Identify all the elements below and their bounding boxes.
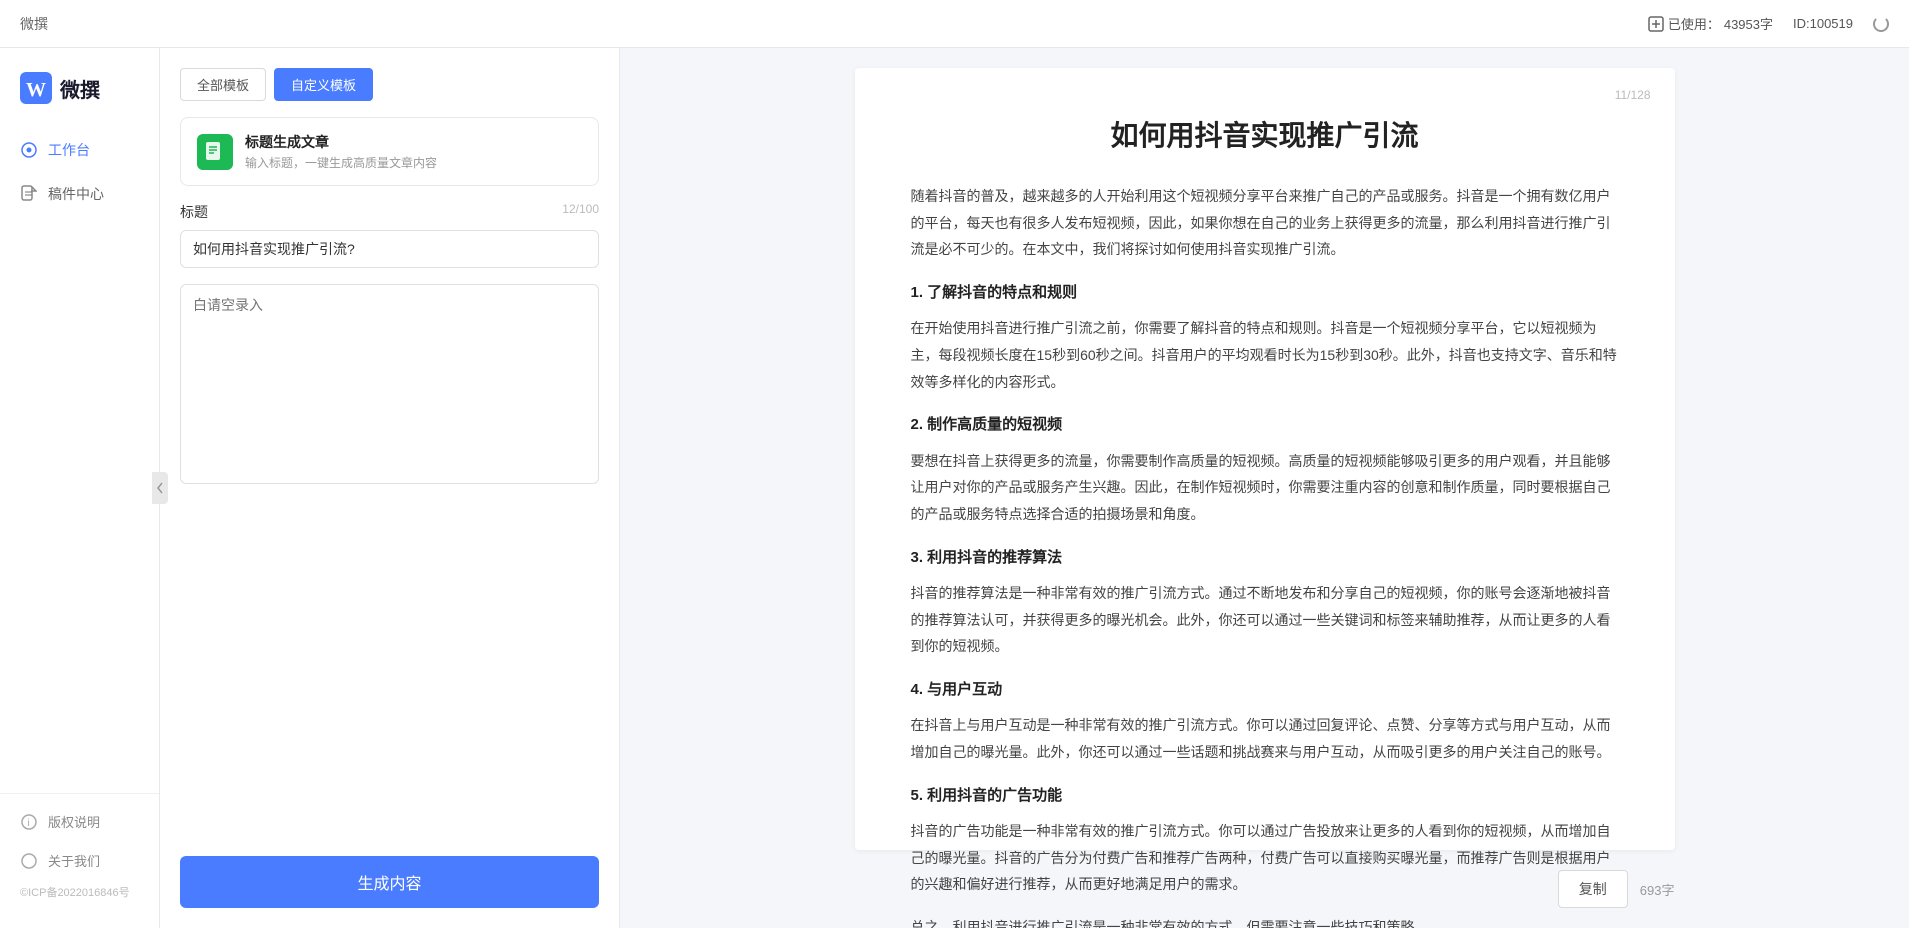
template-info: 标题生成文章 输入标题，一键生成高质量文章内容 bbox=[245, 132, 437, 171]
sidebar-bottom: i 版权说明 关于我们 ©ICP备2022016846号 bbox=[0, 793, 159, 912]
tab-all-templates[interactable]: 全部模板 bbox=[180, 68, 266, 101]
article-section-title: 1. 了解抖音的特点和规则 bbox=[911, 279, 1619, 308]
right-panel[interactable]: 11/128 如何用抖音实现推广引流 随着抖音的普及，越来越多的人开始利用这个短… bbox=[620, 48, 1909, 928]
file-icon bbox=[20, 185, 38, 203]
sidebar-label-drafts: 稿件中心 bbox=[48, 184, 104, 204]
user-id: ID:100519 bbox=[1793, 16, 1853, 31]
topbar-right: 已使用： 43953字 ID:100519 bbox=[1648, 14, 1889, 33]
article-paragraph: 总之，利用抖音进行推广引流是一种非常有效的方式，但需要注意一些技巧和策略... bbox=[911, 914, 1619, 928]
tab-custom-templates[interactable]: 自定义模板 bbox=[274, 68, 373, 101]
title-input[interactable] bbox=[180, 230, 599, 268]
grid-icon bbox=[20, 141, 38, 159]
article-section-body: 在抖音上与用户互动是一种非常有效的推广引流方式。你可以通过回复评论、点赞、分享等… bbox=[911, 712, 1619, 765]
template-name: 标题生成文章 bbox=[245, 132, 437, 152]
usage-value: 43953字 bbox=[1724, 14, 1773, 33]
article-section-title: 2. 制作高质量的短视频 bbox=[911, 411, 1619, 440]
sidebar-collapse-btn[interactable] bbox=[152, 472, 168, 504]
template-tabs: 全部模板 自定义模板 bbox=[180, 68, 599, 101]
left-panel: 全部模板 自定义模板 标题生成文章 输入标题，一键生成高质量文章内容 标题 bbox=[160, 48, 620, 928]
article-section-title: 3. 利用抖音的推荐算法 bbox=[911, 544, 1619, 573]
title-label: 标题 12/100 bbox=[180, 202, 599, 222]
topbar: 微撰 已使用： 43953字 ID:100519 bbox=[0, 0, 1909, 48]
svg-text:W: W bbox=[26, 79, 46, 101]
template-desc: 输入标题，一键生成高质量文章内容 bbox=[245, 154, 437, 171]
article-section-title: 4. 与用户互动 bbox=[911, 676, 1619, 705]
sidebar-logo: W 微撰 bbox=[0, 64, 159, 128]
topbar-title: 微撰 bbox=[20, 14, 48, 34]
article-section-title: 5. 利用抖音的广告功能 bbox=[911, 782, 1619, 811]
main-layout: W 微撰 工作台 bbox=[0, 48, 1909, 928]
logo-icon: W bbox=[20, 72, 52, 104]
title-field-group: 标题 12/100 bbox=[180, 202, 599, 268]
template-card[interactable]: 标题生成文章 输入标题，一键生成高质量文章内容 bbox=[180, 117, 599, 186]
template-doc-icon bbox=[197, 134, 233, 170]
usage-info: 已使用： 43953字 bbox=[1648, 14, 1773, 33]
article-title: 如何用抖音实现推广引流 bbox=[911, 116, 1619, 155]
power-button[interactable] bbox=[1873, 16, 1889, 32]
logo-text: 微撰 bbox=[60, 74, 100, 103]
sidebar-label-workbench: 工作台 bbox=[48, 140, 90, 160]
sidebar-item-about[interactable]: 关于我们 bbox=[0, 841, 159, 880]
article-container: 11/128 如何用抖音实现推广引流 随着抖音的普及，越来越多的人开始利用这个短… bbox=[855, 68, 1675, 850]
title-char-count: 12/100 bbox=[562, 202, 599, 222]
article-pagination: 11/128 bbox=[1615, 88, 1651, 102]
info-icon: i bbox=[20, 813, 38, 831]
word-count: 693字 bbox=[1640, 880, 1675, 899]
article-paragraph: 随着抖音的普及，越来越多的人开始利用这个短视频分享平台来推广自己的产品或服务。抖… bbox=[911, 183, 1619, 263]
article-section-body: 在开始使用抖音进行推广引流之前，你需要了解抖音的特点和规则。抖音是一个短视频分享… bbox=[911, 315, 1619, 395]
article-body: 随着抖音的普及，越来越多的人开始利用这个短视频分享平台来推广自己的产品或服务。抖… bbox=[911, 183, 1619, 928]
sidebar-nav: 工作台 稿件中心 bbox=[0, 128, 159, 793]
sidebar-item-copyright[interactable]: i 版权说明 bbox=[0, 802, 159, 841]
icp-text: ©ICP备2022016846号 bbox=[0, 880, 159, 904]
generate-button[interactable]: 生成内容 bbox=[180, 856, 599, 908]
article-section-body: 要想在抖音上获得更多的流量，你需要制作高质量的短视频。高质量的短视频能够吸引更多… bbox=[911, 448, 1619, 528]
sidebar-item-workbench[interactable]: 工作台 bbox=[0, 128, 159, 172]
content-textarea[interactable] bbox=[180, 284, 599, 484]
circle-icon bbox=[20, 852, 38, 870]
copyright-label: 版权说明 bbox=[48, 812, 100, 831]
about-label: 关于我们 bbox=[48, 851, 100, 870]
sidebar: W 微撰 工作台 bbox=[0, 48, 160, 928]
svg-text:i: i bbox=[28, 818, 30, 829]
article-section-body: 抖音的推荐算法是一种非常有效的推广引流方式。通过不断地发布和分享自己的短视频，你… bbox=[911, 580, 1619, 660]
content-field-group bbox=[180, 284, 599, 487]
sidebar-item-drafts[interactable]: 稿件中心 bbox=[0, 172, 159, 216]
usage-label: 已使用： bbox=[1668, 14, 1720, 33]
article-section-body: 抖音的广告功能是一种非常有效的推广引流方式。你可以通过广告投放来让更多的人看到你… bbox=[911, 818, 1619, 898]
usage-icon bbox=[1648, 16, 1664, 32]
